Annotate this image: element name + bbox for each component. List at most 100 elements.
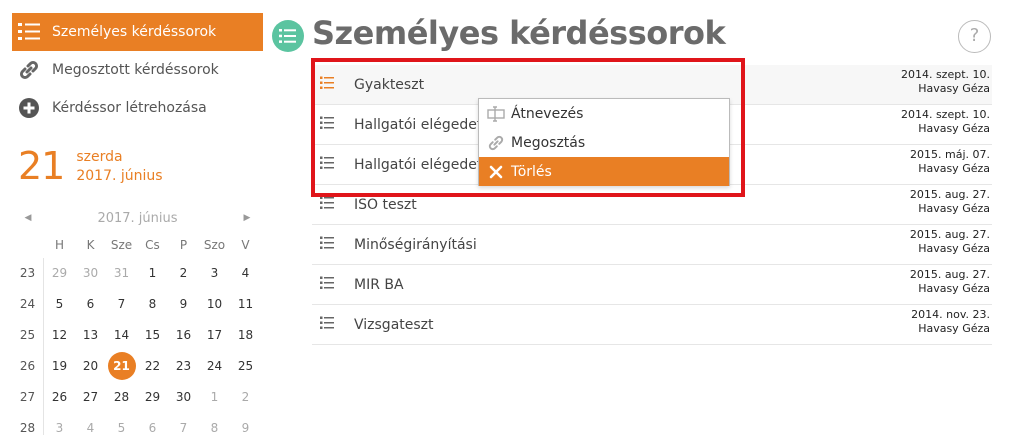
calendar-day[interactable]: 3 <box>199 258 230 289</box>
calendar-day[interactable]: 8 <box>199 413 230 435</box>
context-label: Törlés <box>511 163 552 180</box>
calendar-day-label: 16 <box>175 328 192 342</box>
calendar-header: ◀ 2017. június ▶ <box>12 208 263 228</box>
questionnaire-date: 2015. máj. 07. <box>910 148 990 161</box>
calendar-day[interactable]: 24 <box>199 351 230 382</box>
calendar-day-label: 19 <box>51 359 68 373</box>
nav-personal-questionnaires[interactable]: Személyes kérdéssorok <box>12 13 263 51</box>
calendar-day-label: 18 <box>237 328 254 342</box>
calendar-day[interactable]: 23 <box>168 351 199 382</box>
calendar-week-row: 23 29 30 31 1 2 3 4 <box>12 258 263 289</box>
questionnaire-row[interactable]: MIR BA 2015. aug. 27. Havasy Géza <box>312 265 992 305</box>
calendar-day-label: 15 <box>144 328 161 342</box>
calendar-day[interactable]: 19 <box>44 351 75 382</box>
calendar-day[interactable]: 3 <box>44 413 75 435</box>
context-share[interactable]: Megosztás <box>479 128 729 157</box>
questionnaire-row[interactable]: Minőségirányítási 2015. aug. 27. Havasy Gé… <box>312 225 992 265</box>
calendar-day-label: 4 <box>241 266 250 280</box>
calendar-day[interactable]: 31 <box>106 258 137 289</box>
calendar-day[interactable]: 18 <box>230 320 261 351</box>
calendar-day[interactable]: 16 <box>168 320 199 351</box>
calendar-day[interactable]: 29 <box>44 258 75 289</box>
questionnaire-row[interactable]: Vizsgateszt 2014. nov. 23. Havasy Géza <box>312 305 992 345</box>
calendar-day[interactable]: 4 <box>75 413 106 435</box>
nav-create-questionnaire[interactable]: Kérdéssor létrehozása <box>12 89 263 127</box>
help-button[interactable]: ? <box>958 20 991 53</box>
questionnaire-date: 2014. szept. 10. <box>900 68 990 81</box>
calendar-day-label: 2 <box>241 390 250 404</box>
questionnaire-author: Havasy Géza <box>918 122 990 135</box>
calendar-day-label: 29 <box>51 266 68 280</box>
calendar-day[interactable]: 20 <box>75 351 106 382</box>
calendar-next-icon[interactable]: ▶ <box>231 213 263 223</box>
calendar-week-row: 26 19 20 21 22 23 24 25 <box>12 351 263 382</box>
calendar-day-label: 23 <box>175 359 192 373</box>
calendar-day-label: 9 <box>241 421 250 435</box>
nav-label: Megosztott kérdéssorok <box>52 62 219 78</box>
calendar-day[interactable]: 2 <box>168 258 199 289</box>
calendar-day-label: 7 <box>179 421 188 435</box>
calendar-day[interactable]: 8 <box>137 289 168 320</box>
calendar-day-today[interactable]: 21 <box>106 351 137 382</box>
week-number-header <box>12 232 44 258</box>
questionnaire-author: Havasy Géza <box>918 242 990 255</box>
calendar-day[interactable]: 4 <box>230 258 261 289</box>
calendar-day-label: 2 <box>179 266 188 280</box>
week-number: 26 <box>12 351 44 382</box>
calendar-day[interactable]: 28 <box>106 382 137 413</box>
calendar-prev-icon[interactable]: ◀ <box>12 213 44 223</box>
calendar-day[interactable]: 2 <box>230 382 261 413</box>
questionnaire-date: 2015. aug. 27. <box>909 268 990 281</box>
nav-shared-questionnaires[interactable]: Megosztott kérdéssorok <box>12 51 263 89</box>
calendar-day-label: 30 <box>175 390 192 404</box>
calendar-day[interactable]: 30 <box>168 382 199 413</box>
questionnaire-name: ISO teszt <box>354 196 417 213</box>
list-icon <box>320 275 338 294</box>
calendar-day[interactable]: 13 <box>75 320 106 351</box>
questionnaire-author: Havasy Géza <box>918 162 990 175</box>
calendar-day-label: 25 <box>237 359 254 373</box>
questionnaire-date: 2014. szept. 10. <box>900 108 990 121</box>
plus-circle-icon <box>16 95 42 121</box>
calendar-day[interactable]: 12 <box>44 320 75 351</box>
calendar-day[interactable]: 6 <box>137 413 168 435</box>
calendar-day[interactable]: 11 <box>230 289 261 320</box>
calendar-day[interactable]: 7 <box>168 413 199 435</box>
calendar-day[interactable]: 26 <box>44 382 75 413</box>
questionnaire-date: 2014. nov. 23. <box>911 308 990 321</box>
weekday-header: Sze <box>110 238 133 252</box>
calendar-day[interactable]: 15 <box>137 320 168 351</box>
calendar-day[interactable]: 9 <box>168 289 199 320</box>
calendar-day[interactable]: 9 <box>230 413 261 435</box>
calendar-day[interactable]: 29 <box>137 382 168 413</box>
calendar-week-row: 27 26 27 28 29 30 1 2 <box>12 382 263 413</box>
calendar-day[interactable]: 27 <box>75 382 106 413</box>
calendar-day[interactable]: 30 <box>75 258 106 289</box>
calendar-day[interactable]: 1 <box>137 258 168 289</box>
weekday-header: H <box>54 238 65 252</box>
calendar-day[interactable]: 5 <box>44 289 75 320</box>
title-list-icon <box>272 20 304 52</box>
context-rename[interactable]: Átnevezés <box>479 99 729 128</box>
calendar-day-label: 12 <box>51 328 68 342</box>
calendar-day-label: 6 <box>86 297 95 311</box>
calendar-day-label: 31 <box>113 266 130 280</box>
calendar-day[interactable]: 6 <box>75 289 106 320</box>
calendar-day[interactable]: 25 <box>230 351 261 382</box>
calendar-day[interactable]: 5 <box>106 413 137 435</box>
calendar-day[interactable]: 14 <box>106 320 137 351</box>
context-delete[interactable]: Törlés <box>479 157 729 186</box>
calendar-day-label: 17 <box>206 328 223 342</box>
calendar-day-label: 7 <box>117 297 126 311</box>
calendar-day[interactable]: 10 <box>199 289 230 320</box>
calendar-day-label: 30 <box>82 266 99 280</box>
calendar-week-row: 25 12 13 14 15 16 17 18 <box>12 320 263 351</box>
questionnaire-author: Havasy Géza <box>918 82 990 95</box>
nav-label: Személyes kérdéssorok <box>52 24 217 40</box>
calendar-day-label: 1 <box>210 390 219 404</box>
calendar-day[interactable]: 22 <box>137 351 168 382</box>
calendar-day-label: 5 <box>55 297 64 311</box>
calendar-day[interactable]: 17 <box>199 320 230 351</box>
calendar-day[interactable]: 7 <box>106 289 137 320</box>
calendar-day[interactable]: 1 <box>199 382 230 413</box>
